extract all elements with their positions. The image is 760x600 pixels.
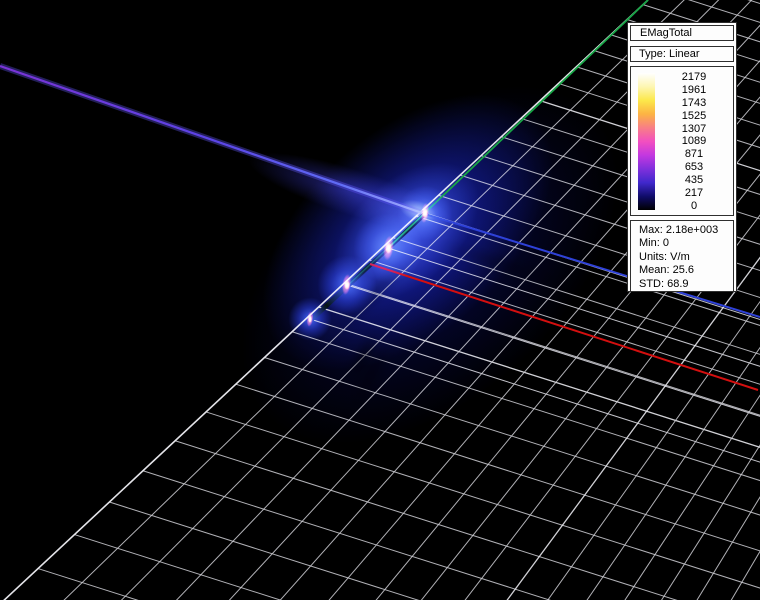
colorbar-tick: 1525 bbox=[655, 110, 733, 122]
colorbar-tick: 1743 bbox=[655, 97, 733, 109]
colorbar-tick: 217 bbox=[655, 187, 733, 199]
legend-stat-line: STD: 68.9 bbox=[639, 278, 733, 291]
legend-stat-line: Mean: 25.6 bbox=[639, 264, 733, 277]
colorbar-tick: 1961 bbox=[655, 84, 733, 96]
legend-stat-line: Min: 0 bbox=[639, 237, 733, 250]
legend-colorbar: 2179196117431525130710898716534352170 bbox=[630, 66, 734, 216]
legend-stat-line: Units: V/m bbox=[639, 251, 733, 264]
em-field-viewport[interactable]: EMagTotal Type: Linear 21791961174315251… bbox=[0, 0, 760, 600]
feed-wire bbox=[0, 66, 425, 214]
colorbar-tick: 1089 bbox=[655, 135, 733, 147]
legend-stat-line: Max: 2.18e+003 bbox=[639, 224, 733, 237]
colorbar-tick: 653 bbox=[655, 161, 733, 173]
legend-stats: Max: 2.18e+003Min: 0Units: V/mMean: 25.6… bbox=[630, 220, 734, 292]
axis-green bbox=[386, 0, 648, 250]
legend-panel: EMagTotal Type: Linear 21791961174315251… bbox=[627, 22, 737, 292]
legend-title: EMagTotal bbox=[630, 25, 734, 41]
colorbar-gradient bbox=[638, 73, 655, 210]
colorbar-tick: 2179 bbox=[655, 71, 733, 83]
colorbar-tick-labels: 2179196117431525130710898716534352170 bbox=[655, 71, 733, 212]
colorbar-tick: 0 bbox=[655, 200, 733, 212]
colorbar-tick: 1307 bbox=[655, 123, 733, 135]
legend-scale-type: Type: Linear bbox=[630, 46, 734, 62]
colorbar-tick: 435 bbox=[655, 174, 733, 186]
colorbar-tick: 871 bbox=[655, 148, 733, 160]
